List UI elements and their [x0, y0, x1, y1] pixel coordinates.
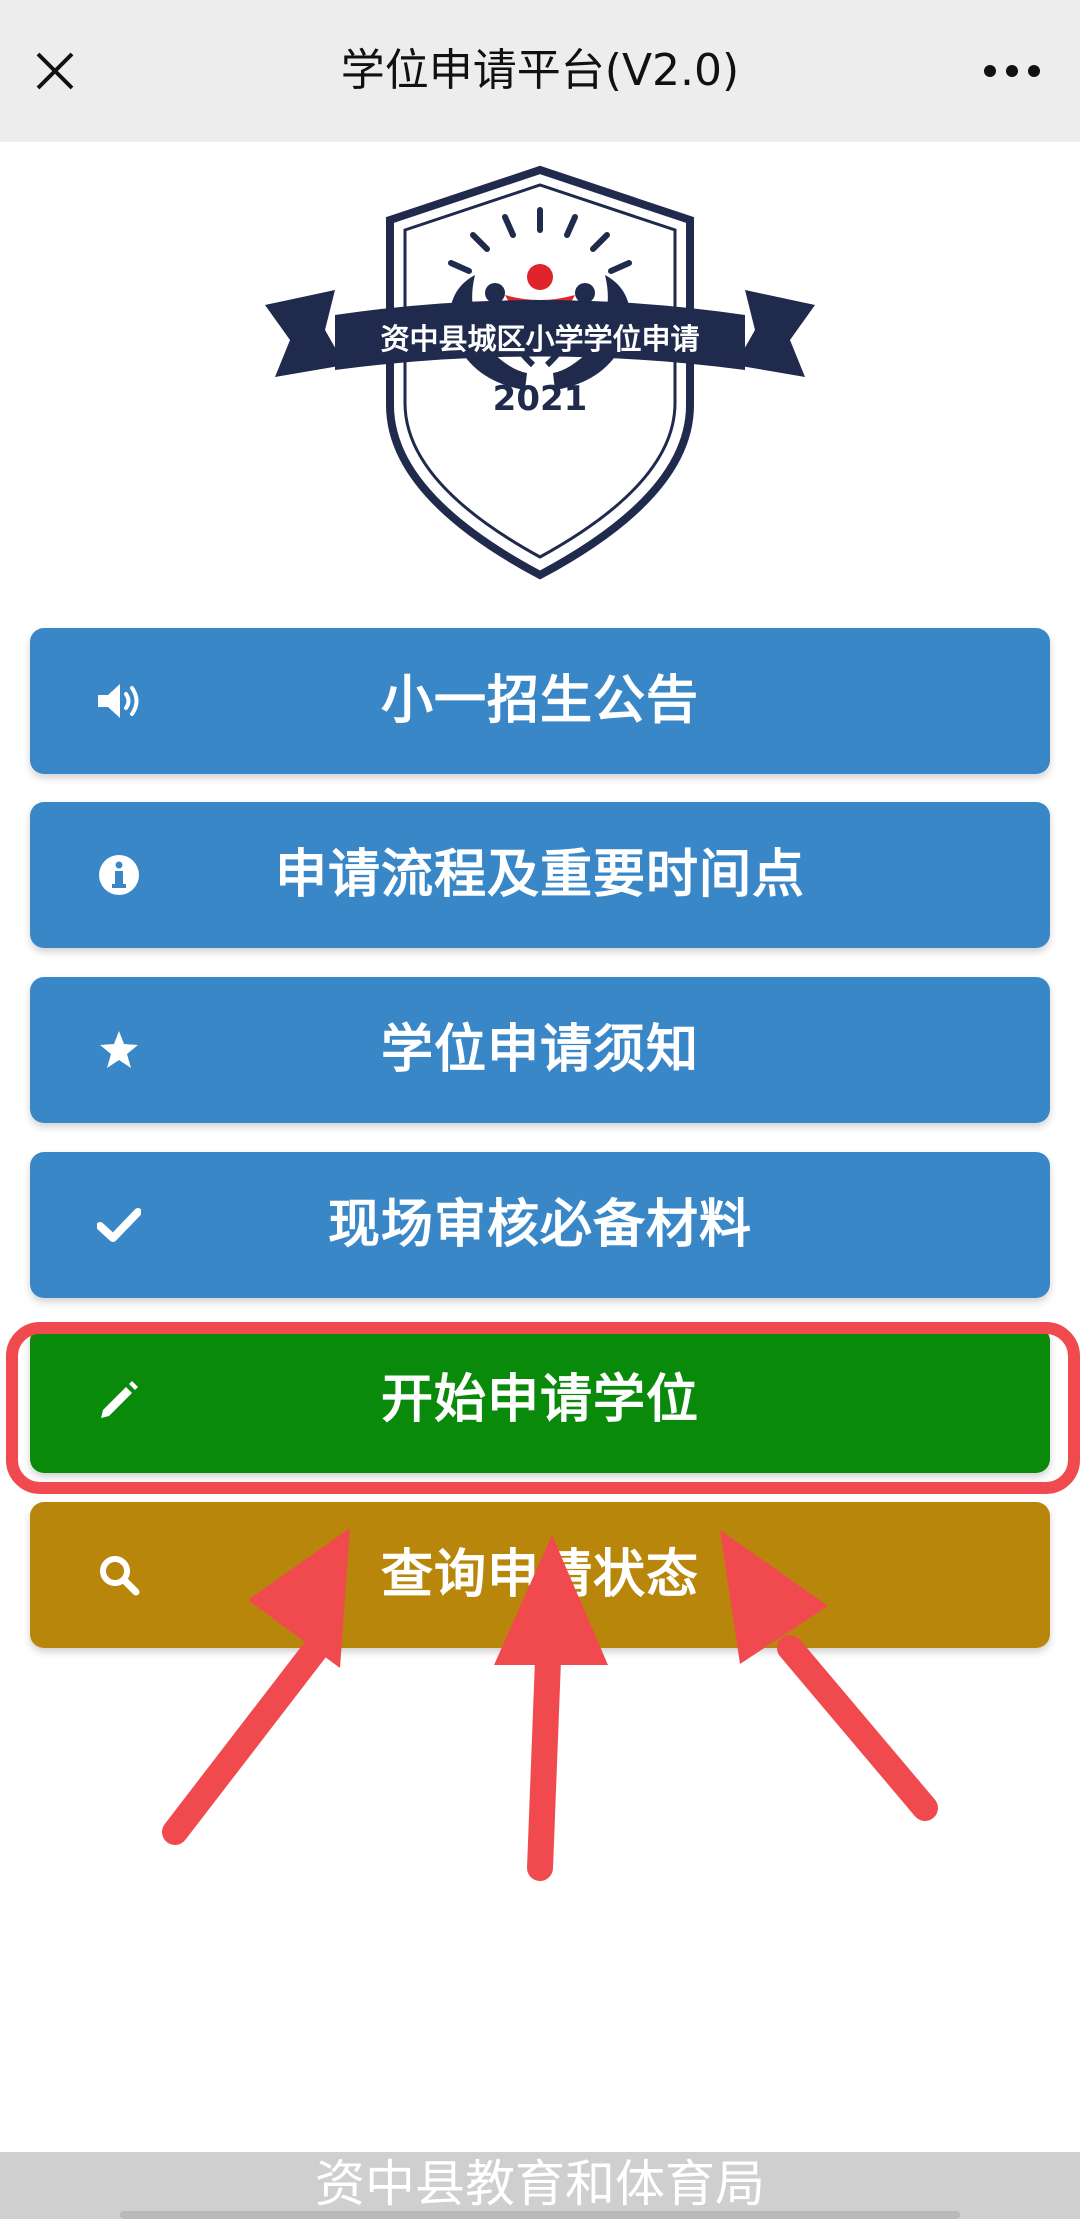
menu-button-announcement[interactable]: 小一招生公告 — [30, 628, 1050, 774]
menu-button-label: 小一招生公告 — [380, 671, 699, 731]
menu-button-label: 开始申请学位 — [380, 1370, 699, 1430]
emblem-year: 2021 — [493, 379, 588, 419]
menu-button-label: 申请流程及重要时间点 — [274, 845, 805, 905]
menu-button-process-timeline[interactable]: 申请流程及重要时间点 — [30, 802, 1050, 948]
menu-button-label: 学位申请须知 — [380, 1020, 699, 1080]
more-dots-icon — [984, 65, 1040, 77]
menu-button-label: 查询申请状态 — [380, 1545, 699, 1605]
menu-button-start-application[interactable]: 开始申请学位 — [30, 1327, 1050, 1473]
close-button[interactable] — [22, 38, 88, 104]
top-nav-bar: 学位申请平台(V2.0) — [0, 0, 1080, 142]
close-icon — [36, 52, 74, 90]
menu-button-check-status[interactable]: 查询申请状态 — [30, 1502, 1050, 1648]
menu-button-required-materials[interactable]: 现场审核必备材料 — [30, 1152, 1050, 1298]
menu-button-application-notice[interactable]: 学位申请须知 — [30, 977, 1050, 1123]
footer-organization: 资中县教育和体育局 — [0, 2152, 1080, 2219]
page-title: 学位申请平台(V2.0) — [340, 45, 740, 96]
menu-button-label: 现场审核必备材料 — [327, 1195, 752, 1255]
horizontal-scrollbar[interactable] — [120, 2211, 960, 2219]
school-emblem-logo: 资中县城区小学学位申请 2021 — [265, 165, 815, 580]
emblem-banner-text: 资中县城区小学学位申请 — [380, 322, 699, 356]
more-options-button[interactable] — [964, 38, 1060, 104]
